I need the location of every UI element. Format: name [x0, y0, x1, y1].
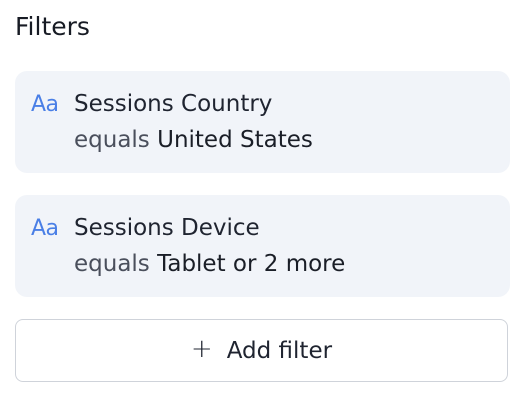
- filter-value: Tablet or 2 more: [157, 251, 346, 277]
- filter-card-sessions-country[interactable]: Aa Sessions Country equals United States: [15, 71, 510, 173]
- filter-condition: equals United States: [74, 124, 313, 156]
- filter-operator: equals: [74, 127, 150, 153]
- add-filter-button[interactable]: + Add filter: [15, 319, 508, 382]
- filter-card-sessions-device[interactable]: Aa Sessions Device equals Tablet or 2 mo…: [15, 195, 510, 297]
- filter-operator: equals: [74, 251, 150, 277]
- plus-icon: +: [190, 334, 213, 364]
- filters-panel: Filters Aa Sessions Country equals Unite…: [0, 0, 522, 400]
- filter-condition: equals Tablet or 2 more: [74, 248, 345, 280]
- filter-field-name: Sessions Country: [74, 91, 273, 117]
- text-type-icon: Aa: [31, 92, 59, 117]
- add-filter-label: Add filter: [226, 337, 333, 364]
- filter-field-name: Sessions Device: [74, 215, 260, 241]
- text-type-icon: Aa: [31, 216, 59, 241]
- panel-title: Filters: [15, 12, 90, 41]
- filter-value: United States: [157, 127, 313, 153]
